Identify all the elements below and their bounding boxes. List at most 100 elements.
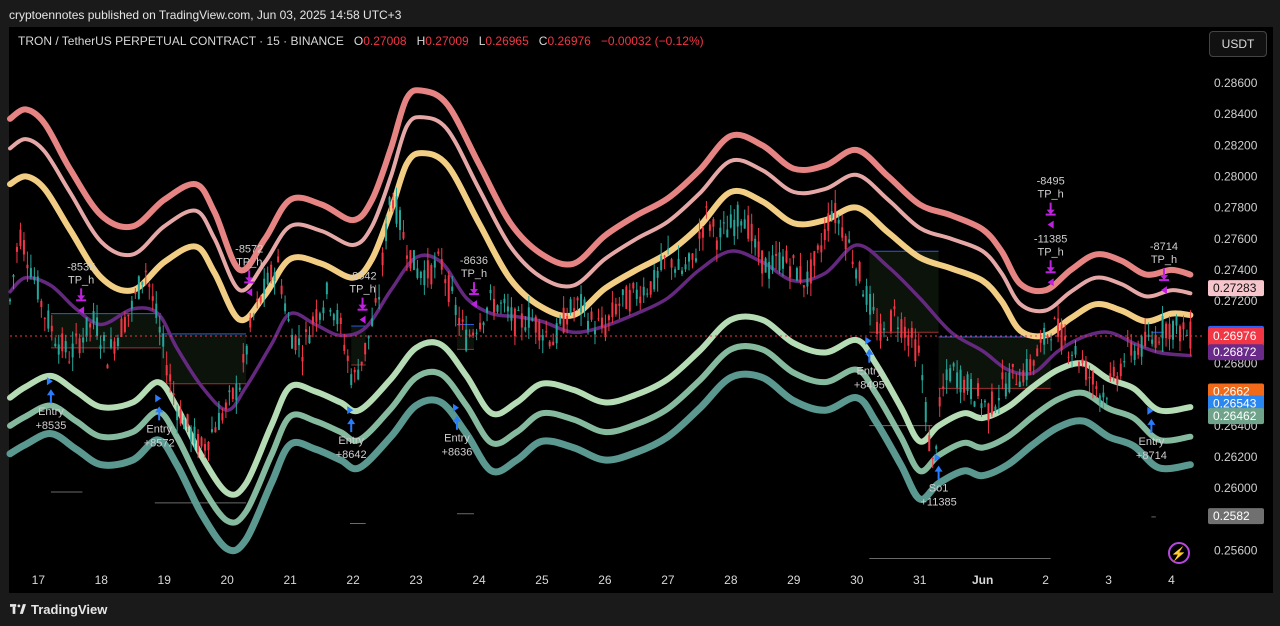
candle-body <box>57 344 60 355</box>
candle-body <box>761 250 764 274</box>
candle-body <box>33 276 36 281</box>
candle-body <box>771 255 774 271</box>
candle-body <box>29 267 32 278</box>
candle-body <box>987 403 990 422</box>
annotation-value: +8535 <box>35 420 66 432</box>
candle-body <box>576 297 579 301</box>
candle-body <box>1001 372 1004 380</box>
candle-body <box>461 319 464 322</box>
x-tick-label: 23 <box>409 573 423 587</box>
candle-body <box>715 240 718 250</box>
candle-body <box>1158 341 1161 343</box>
candle-body <box>294 335 297 351</box>
x-tick-label: Jun <box>972 573 993 587</box>
candle-body <box>660 255 663 270</box>
candle-body <box>625 286 628 309</box>
candle-body <box>444 279 447 284</box>
candle-body <box>569 299 572 313</box>
annotation-value: +8572 <box>144 437 175 449</box>
candle-body <box>50 325 53 332</box>
candle-body <box>990 391 993 415</box>
flash-icon[interactable]: ⚡ <box>1168 542 1190 564</box>
candle-body <box>385 223 388 242</box>
candle-body <box>743 219 746 229</box>
candle-body <box>628 289 631 312</box>
currency-button[interactable]: USDT <box>1209 31 1267 57</box>
tradingview-brand: TradingView <box>31 602 108 617</box>
candle-body <box>409 250 412 269</box>
candle-body <box>454 304 457 315</box>
candle-body <box>604 326 607 338</box>
x-tick-label: 4 <box>1168 573 1175 587</box>
x-tick-label: 19 <box>158 573 172 587</box>
price-tag-label: 0.26976 <box>1213 329 1257 343</box>
candle-body <box>997 397 1000 401</box>
band-line-2 <box>8 115 1193 314</box>
candle-body <box>827 213 830 231</box>
y-tick-label: 0.26000 <box>1214 481 1258 495</box>
candle-body <box>722 222 725 224</box>
candle-body <box>869 294 872 315</box>
candle-body <box>301 356 304 362</box>
candle-body <box>426 260 429 279</box>
candle-body <box>120 318 123 338</box>
candle-body <box>520 313 523 328</box>
symbol-legend: TRON / TetherUS PERPETUAL CONTRACT · 15 … <box>18 34 704 48</box>
candle-body <box>64 341 67 353</box>
candle-body <box>22 240 25 255</box>
candle-body <box>15 246 18 252</box>
change-value: −0.00032 (−0.12%) <box>600 34 704 48</box>
candle-body <box>350 374 353 386</box>
candle-body <box>433 260 436 268</box>
entry-arrow <box>347 418 356 433</box>
open-label: O <box>353 34 364 48</box>
tradingview-logo[interactable]: TradingView <box>10 602 107 617</box>
annotation-label: Entry <box>856 366 882 378</box>
candle-body <box>977 383 980 397</box>
candle-body <box>190 428 193 442</box>
candle-body <box>482 322 485 326</box>
candle-body <box>430 265 433 285</box>
candle-body <box>291 334 294 349</box>
tp-arrow <box>469 282 478 295</box>
candle-body <box>538 321 541 341</box>
candle-body <box>322 307 325 314</box>
candle-body <box>545 331 548 333</box>
candle-body <box>1091 372 1094 385</box>
candle-body <box>799 266 802 283</box>
candle-body <box>963 379 966 393</box>
candle-body <box>1025 359 1028 380</box>
y-tick-label: 0.27200 <box>1214 294 1258 308</box>
y-tick-label: 0.28400 <box>1214 107 1258 121</box>
candle-body <box>896 327 899 329</box>
candle-body <box>1182 322 1185 330</box>
candle-body <box>496 305 499 312</box>
candle-body <box>54 343 57 347</box>
price-chart[interactable]: 0.288000.286000.284000.282000.280000.278… <box>0 0 1280 596</box>
candle-body <box>47 310 50 329</box>
annotation-value: TP_h <box>1151 254 1177 266</box>
candle-body <box>1036 348 1039 357</box>
candle-body <box>402 231 405 239</box>
candle-body <box>353 369 356 373</box>
candle-body <box>726 229 729 238</box>
candle-body <box>687 253 690 262</box>
candle-body <box>141 281 144 286</box>
price-tag-label: 0.26462 <box>1213 409 1257 423</box>
entry-arrow <box>46 389 55 404</box>
candle-body <box>844 235 847 250</box>
candle-body <box>486 307 489 313</box>
candle-body <box>437 251 440 254</box>
candle-body <box>548 341 551 347</box>
candle-body <box>733 219 736 236</box>
candle-body <box>1064 336 1067 341</box>
candle-body <box>740 221 743 226</box>
candle-body <box>186 414 189 427</box>
candle-body <box>1060 324 1063 351</box>
y-tick-label: 0.25600 <box>1214 543 1258 557</box>
annotation-label: Entry <box>338 435 364 447</box>
tp-bar <box>468 293 479 296</box>
candle-body <box>1053 317 1056 320</box>
candle-body <box>412 250 415 270</box>
candle-body <box>68 361 71 363</box>
